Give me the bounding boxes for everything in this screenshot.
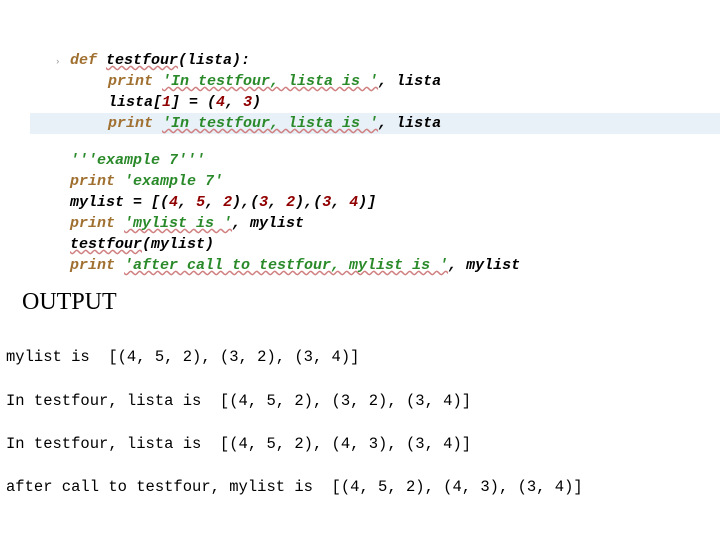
function-name: testfour <box>106 52 178 69</box>
code-line: lista[1] = (4, 3) <box>30 92 720 113</box>
code-text: )] <box>358 194 376 211</box>
keyword: print <box>70 173 124 190</box>
code-text: (lista): <box>178 52 250 69</box>
keyword: print <box>70 215 124 232</box>
code-line: def testfour(lista): <box>30 50 720 71</box>
code-line: print 'In testfour, lista is ', lista <box>30 71 720 92</box>
string: 'mylist is ' <box>124 215 232 232</box>
keyword: print <box>70 257 124 274</box>
code-line: testfour(mylist) <box>30 234 720 255</box>
string: 'after call to testfour, mylist is ' <box>124 257 448 274</box>
blank-line <box>30 134 720 150</box>
code-block: def testfour(lista): print 'In testfour,… <box>0 0 720 276</box>
code-line: print 'example 7' <box>30 171 720 192</box>
string: 'In testfour, lista is ' <box>162 73 378 90</box>
output-line: mylist is [(4, 5, 2), (3, 2), (3, 4)] <box>6 347 720 369</box>
code-text: ),( <box>295 194 322 211</box>
code-text: , <box>331 194 349 211</box>
number: 5 <box>196 194 205 211</box>
code-text: , lista <box>378 115 441 132</box>
code-text: , <box>225 94 243 111</box>
output-line: In testfour, lista is [(4, 5, 2), (4, 3)… <box>6 434 720 456</box>
code-text: , <box>268 194 286 211</box>
output-block: mylist is [(4, 5, 2), (3, 2), (3, 4)] In… <box>0 326 720 521</box>
string: 'In testfour, lista is ' <box>162 115 378 132</box>
keyword: print <box>108 73 162 90</box>
code-text: ) <box>252 94 261 111</box>
code-text: mylist = [( <box>70 194 169 211</box>
number: 4 <box>169 194 178 211</box>
function-call: testfour <box>70 236 142 253</box>
number: 3 <box>259 194 268 211</box>
number: 3 <box>243 94 252 111</box>
number: 2 <box>286 194 295 211</box>
number: 4 <box>216 94 225 111</box>
code-text: , <box>178 194 196 211</box>
line-marker: › <box>55 56 60 69</box>
code-text: , <box>205 194 223 211</box>
output-line: after call to testfour, mylist is [(4, 5… <box>6 477 720 499</box>
code-text: lista[ <box>108 94 162 111</box>
string: 'example 7' <box>124 173 223 190</box>
code-line: print 'mylist is ', mylist <box>30 213 720 234</box>
code-line: mylist = [(4, 5, 2),(3, 2),(3, 4)] <box>30 192 720 213</box>
code-text: ] = ( <box>171 94 216 111</box>
code-line: print 'after call to testfour, mylist is… <box>30 255 720 276</box>
output-heading: OUTPUT <box>0 276 720 326</box>
number: 4 <box>349 194 358 211</box>
code-text: , mylist <box>232 215 304 232</box>
code-line: '''example 7''' <box>30 150 720 171</box>
output-line: In testfour, lista is [(4, 5, 2), (3, 2)… <box>6 391 720 413</box>
code-line-highlighted: print 'In testfour, lista is ', lista <box>30 113 720 134</box>
code-text: , mylist <box>448 257 520 274</box>
code-text: ),( <box>232 194 259 211</box>
code-text: , lista <box>378 73 441 90</box>
number: 2 <box>223 194 232 211</box>
number: 3 <box>322 194 331 211</box>
number: 1 <box>162 94 171 111</box>
keyword: def <box>70 52 106 69</box>
code-text: (mylist) <box>142 236 214 253</box>
docstring: '''example 7''' <box>70 152 205 169</box>
keyword: print <box>108 115 162 132</box>
